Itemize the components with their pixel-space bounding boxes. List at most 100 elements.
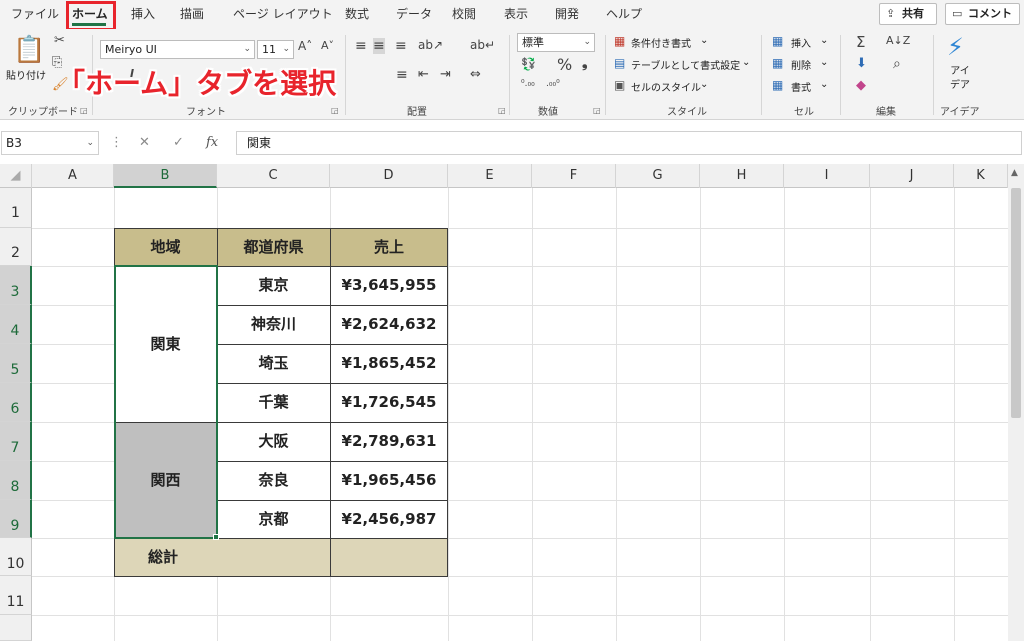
tab-help[interactable]: ヘルプ — [606, 0, 642, 29]
row-header-9[interactable]: 9 — [0, 500, 32, 538]
cut-icon[interactable]: ✂ — [54, 33, 65, 48]
column-header-f[interactable]: F — [532, 164, 616, 188]
accounting-format-icon[interactable]: 💱 — [521, 57, 536, 71]
column-header-g[interactable]: G — [616, 164, 700, 188]
fill-handle[interactable] — [213, 534, 219, 540]
increase-indent-icon[interactable]: ⇥ — [440, 67, 451, 82]
tab-insert[interactable]: 挿入 — [131, 0, 155, 29]
decrease-indent-icon[interactable]: ⇤ — [418, 67, 429, 82]
row-header-8[interactable]: 8 — [0, 461, 32, 500]
number-format-combo[interactable]: 標準 ⌄ — [517, 33, 595, 52]
column-header-a[interactable]: A — [32, 164, 114, 188]
wrap-text-icon[interactable]: ab↵ — [470, 38, 495, 52]
row-header-6[interactable]: 6 — [0, 383, 32, 422]
table-header-prefecture[interactable]: 都道府県 — [217, 228, 330, 266]
table-cell-prefecture[interactable]: 大阪 — [217, 422, 330, 461]
comma-style-icon[interactable]: ❟ — [582, 55, 588, 71]
row-header-1[interactable]: 1 — [0, 188, 32, 228]
row-header-11[interactable]: 11 — [0, 576, 32, 615]
column-header-e[interactable]: E — [448, 164, 532, 188]
table-cell-prefecture[interactable]: 神奈川 — [217, 305, 330, 344]
increase-font-icon[interactable]: A˄ — [298, 39, 312, 53]
format-cells-button[interactable]: 書式 — [791, 79, 811, 94]
row-header-10[interactable]: 10 — [0, 538, 32, 576]
font-size-combo[interactable]: 11 ⌄ — [257, 40, 294, 59]
table-cell-prefecture[interactable]: 埼玉 — [217, 344, 330, 383]
table-cell-prefecture[interactable]: 千葉 — [217, 383, 330, 422]
row-header-5[interactable]: 5 — [0, 344, 32, 383]
clipboard-launcher-icon[interactable]: ◲ — [80, 106, 88, 115]
tab-view[interactable]: 表示 — [504, 0, 528, 29]
share-button[interactable]: ⇪ 共有 — [879, 3, 937, 25]
select-all-corner[interactable]: ◢ — [0, 164, 32, 188]
delete-cells-button[interactable]: 削除 — [791, 57, 811, 72]
insert-function-icon[interactable]: fx — [206, 135, 218, 150]
align-bottom-icon[interactable]: ≡ — [395, 38, 407, 54]
column-header-i[interactable]: I — [784, 164, 870, 188]
decrease-decimal-icon[interactable]: .₀₀⁰ — [546, 79, 560, 89]
tab-developer[interactable]: 開発 — [555, 0, 579, 29]
alignment-launcher-icon[interactable]: ◲ — [498, 106, 506, 115]
tab-draw[interactable]: 描画 — [180, 0, 204, 29]
column-header-j[interactable]: J — [870, 164, 954, 188]
align-middle-icon[interactable]: ≡ — [373, 38, 385, 54]
scroll-up-icon[interactable]: ▲ — [1011, 168, 1018, 178]
table-header-sales[interactable]: 売上 — [330, 228, 448, 266]
merge-center-icon[interactable]: ⇔ — [470, 67, 481, 82]
column-header-k[interactable]: K — [954, 164, 1008, 188]
table-cell-prefecture[interactable]: 京都 — [217, 500, 330, 538]
table-cell-sales[interactable]: ¥2,456,987 — [330, 500, 448, 538]
tab-file[interactable]: ファイル — [11, 0, 59, 29]
column-header-h[interactable]: H — [700, 164, 784, 188]
table-cell-prefecture[interactable]: 奈良 — [217, 461, 330, 500]
align-right-icon[interactable]: ≡ — [396, 67, 408, 83]
table-cell-sales[interactable]: ¥1,965,456 — [330, 461, 448, 500]
table-cell-sales[interactable]: ¥3,645,955 — [330, 266, 448, 305]
row-header-2[interactable]: 2 — [0, 228, 32, 266]
comment-button[interactable]: ▭ コメント — [945, 3, 1020, 25]
increase-decimal-icon[interactable]: ⁰.₀₀ — [521, 79, 535, 89]
formula-input[interactable]: 関東 — [236, 131, 1022, 155]
table-cell-prefecture[interactable]: 東京 — [217, 266, 330, 305]
insert-cells-button[interactable]: 挿入 — [791, 35, 811, 50]
column-header-c[interactable]: C — [217, 164, 330, 188]
total-value-cell[interactable] — [330, 538, 448, 576]
paste-button-label[interactable]: 貼り付け — [6, 67, 46, 82]
tab-formulas[interactable]: 数式 — [345, 0, 369, 29]
table-cell-sales[interactable]: ¥1,726,545 — [330, 383, 448, 422]
cancel-icon[interactable]: ✕ — [139, 135, 150, 150]
orientation-icon[interactable]: ab↗ — [418, 38, 443, 52]
format-as-table-button[interactable]: テーブルとして書式設定 — [631, 57, 740, 72]
font-name-combo[interactable]: Meiryo UI ⌄ — [100, 40, 255, 59]
total-label-cell[interactable]: 総計 — [114, 538, 330, 576]
ideas-lightning-icon[interactable]: ⚡ — [947, 33, 964, 61]
name-box[interactable]: B3 ⌄ — [1, 131, 99, 155]
font-launcher-icon[interactable]: ◲ — [331, 106, 339, 115]
row-header-3[interactable]: 3 — [0, 266, 32, 305]
vertical-scrollbar[interactable]: ▲ — [1008, 164, 1024, 641]
table-cell-sales[interactable]: ¥2,624,632 — [330, 305, 448, 344]
table-header-region[interactable]: 地域 — [114, 228, 217, 266]
percent-icon[interactable]: % — [557, 55, 572, 74]
cell-styles-button[interactable]: セルのスタイル — [631, 79, 701, 94]
tab-review[interactable]: 校閲 — [452, 0, 476, 29]
align-top-icon[interactable]: ≡ — [355, 38, 367, 54]
tab-page-layout[interactable]: ページ レイアウト — [233, 0, 333, 29]
tab-data[interactable]: データ — [396, 0, 432, 29]
conditional-format-button[interactable]: 条件付き書式 — [631, 35, 691, 50]
scrollbar-thumb[interactable] — [1011, 188, 1021, 418]
table-cell-sales[interactable]: ¥1,865,452 — [330, 344, 448, 383]
row-header-7[interactable]: 7 — [0, 422, 32, 461]
row-header-4[interactable]: 4 — [0, 305, 32, 344]
number-launcher-icon[interactable]: ◲ — [593, 106, 601, 115]
decrease-font-icon[interactable]: A˅ — [321, 39, 334, 52]
column-header-d[interactable]: D — [330, 164, 448, 188]
enter-icon[interactable]: ✓ — [173, 135, 184, 150]
ideas-button-label[interactable]: アイデア — [948, 65, 972, 93]
autosum-icon[interactable]: Σ — [856, 33, 865, 51]
find-select-icon[interactable]: ⌕ — [893, 56, 901, 72]
sort-filter-icon[interactable]: A↓Z — [886, 34, 910, 47]
table-cell-sales[interactable]: ¥2,789,631 — [330, 422, 448, 461]
paste-icon[interactable]: 📋 — [13, 35, 45, 65]
clear-icon[interactable]: ◆ — [856, 78, 866, 93]
